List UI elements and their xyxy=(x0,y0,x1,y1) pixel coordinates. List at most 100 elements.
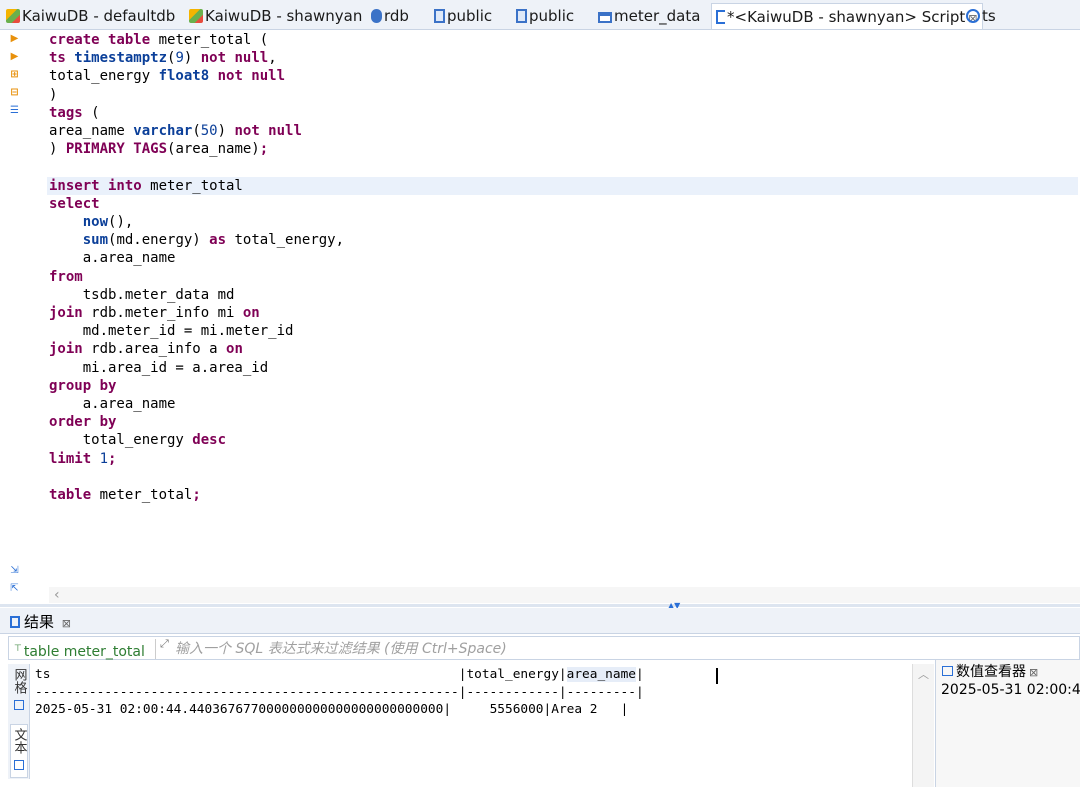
code-line[interactable]: total_energy float8 not null xyxy=(49,67,1080,85)
code-token: insert into xyxy=(49,177,142,194)
text-icon xyxy=(14,760,24,770)
code-token: desc xyxy=(192,432,227,449)
code-line[interactable]: ) xyxy=(49,86,1080,104)
expand-filter-icon[interactable]: ⤢ xyxy=(160,637,169,651)
code-token: ts xyxy=(49,50,66,67)
tab-public-1[interactable]: public xyxy=(434,3,492,29)
code-token: (), xyxy=(108,214,134,230)
value-viewer-label: 数值查看器 xyxy=(956,664,1026,680)
scroll-left-icon[interactable]: ‹ xyxy=(54,587,60,603)
tab-grid-view[interactable]: 网格 xyxy=(10,668,28,712)
load-script-icon[interactable]: ⇱ xyxy=(9,583,20,595)
code-token: total_energy, xyxy=(226,232,345,249)
code-line[interactable]: table meter_total; xyxy=(49,486,1080,504)
gear-icon xyxy=(966,9,980,23)
tab-ts[interactable]: ts xyxy=(966,3,996,29)
code-token: not null xyxy=(234,123,302,139)
code-token: ) xyxy=(49,86,58,103)
editor-toolbar-gutter: ▶ ▶ ⊞ ⊟ ☰ ⇲ ⇱ xyxy=(0,31,24,604)
tab-label: ts xyxy=(982,7,996,25)
code-line[interactable]: total_energy desc xyxy=(49,431,1080,449)
code-token: create table xyxy=(49,32,151,48)
code-line[interactable]: limit 1; xyxy=(49,450,1080,468)
code-line[interactable]: ) PRIMARY TAGS(area_name); xyxy=(49,140,1080,158)
format-icon[interactable]: ☰ xyxy=(9,105,20,117)
tab-rdb[interactable]: rdb xyxy=(371,3,409,29)
filter-input[interactable]: 输入一个 SQL 表达式来过滤结果 (使用 Ctrl+Space) xyxy=(175,639,507,659)
code-line[interactable]: tags ( xyxy=(49,104,1080,122)
export-icon[interactable]: ⇲ xyxy=(9,565,20,577)
scroll-up-icon[interactable]: ︿ xyxy=(918,666,929,682)
code-token: , xyxy=(268,50,277,67)
tab-label: *<KaiwuDB - shawnyan> Script xyxy=(727,8,966,26)
code-token: varchar xyxy=(133,123,193,139)
close-value-viewer-icon[interactable]: ⊠ xyxy=(1029,666,1038,679)
tab-label: rdb xyxy=(384,7,409,25)
code-token: (area_name) xyxy=(167,141,260,158)
column-header-total-energy: total_energy xyxy=(466,667,559,682)
code-token: (md.energy) xyxy=(108,232,210,249)
table-icon xyxy=(598,12,612,23)
sql-editor[interactable]: ▶ ▶ ⊞ ⊟ ☰ ⇲ ⇱ create table meter_total (… xyxy=(0,31,1080,610)
code-token: on xyxy=(226,341,243,358)
tab-meter-data[interactable]: meter_data xyxy=(598,3,700,29)
code-token: order by xyxy=(49,414,117,431)
divider xyxy=(155,639,156,659)
code-token: ) xyxy=(217,123,235,139)
code-line[interactable]: now(), xyxy=(49,213,1080,231)
code-token: tags xyxy=(49,104,83,121)
code-line[interactable]: a.area_name xyxy=(49,395,1080,413)
code-token: ) xyxy=(183,50,201,67)
code-line[interactable] xyxy=(49,468,1080,486)
code-line[interactable]: md.meter_id = mi.meter_id xyxy=(49,322,1080,340)
tab-results[interactable]: 结果 ⊠ xyxy=(10,611,71,633)
code-line[interactable] xyxy=(49,158,1080,176)
schema-icon xyxy=(516,9,527,23)
code-line[interactable]: tsdb.meter_data md xyxy=(49,286,1080,304)
code-line[interactable]: order by xyxy=(49,413,1080,431)
cell-area-name: Area 2 xyxy=(551,702,598,717)
code-token: a.area_name xyxy=(49,396,176,412)
close-results-icon[interactable]: ⊠ xyxy=(62,617,71,630)
code-line[interactable]: insert into meter_total xyxy=(47,176,1078,195)
execute-new-tab-icon[interactable]: ⊞ xyxy=(9,69,20,81)
result-vertical-scrollbar[interactable]: ︿ xyxy=(912,664,934,787)
editor-results-divider[interactable]: ▲▼ xyxy=(0,601,1080,610)
code-line[interactable]: sum(md.energy) as total_energy, xyxy=(49,231,1080,249)
value-viewer-content[interactable]: 2025-05-31 02:00:44 xyxy=(941,682,1080,698)
code-token: table xyxy=(49,487,92,503)
execute-script-icon[interactable]: ▶ xyxy=(9,51,20,63)
horizontal-scrollbar[interactable]: ‹ xyxy=(49,587,1080,603)
code-token: total_energy xyxy=(49,68,159,85)
code-area[interactable]: create table meter_total (ts timestamptz… xyxy=(47,31,1080,591)
code-token: join xyxy=(49,341,83,358)
code-token: 9 xyxy=(175,50,184,67)
result-separator: ----------------------------------------… xyxy=(35,684,644,700)
code-line[interactable]: from xyxy=(49,268,1080,286)
tab-text-view[interactable]: 文本 xyxy=(10,724,28,778)
explain-plan-icon[interactable]: ⊟ xyxy=(9,87,20,99)
code-token: area_name xyxy=(49,123,134,139)
code-line[interactable]: mi.area_id = a.area_id xyxy=(49,359,1080,377)
value-viewer-title[interactable]: 数值查看器 ⊠ xyxy=(942,663,1038,682)
tab-script[interactable]: *<KaiwuDB - shawnyan> Script ⊠ xyxy=(711,3,983,29)
code-line[interactable]: group by xyxy=(49,377,1080,395)
code-line[interactable]: join rdb.meter_info mi on xyxy=(49,304,1080,322)
text-cursor xyxy=(716,668,718,684)
code-line[interactable]: join rdb.area_info a on xyxy=(49,340,1080,358)
tab-kaiwudb-shawnyan[interactable]: KaiwuDB - shawnyan xyxy=(189,3,362,29)
text-result-view[interactable]: ts |total_energy|area_name| ------------… xyxy=(32,664,912,787)
tab-kaiwudb-defaultdb[interactable]: KaiwuDB - defaultdb xyxy=(6,3,175,29)
tab-public-2[interactable]: public xyxy=(516,3,574,29)
code-line[interactable]: a.area_name xyxy=(49,249,1080,267)
query-name-label: table meter_total xyxy=(23,644,145,660)
code-line[interactable]: ts timestamptz(9) not null, xyxy=(49,49,1080,67)
execute-statement-icon[interactable]: ▶ xyxy=(9,33,20,45)
query-name[interactable]: ⊤ table meter_total xyxy=(14,639,145,662)
code-line[interactable]: area_name varchar(50) not null xyxy=(49,122,1080,140)
code-line[interactable]: select xyxy=(49,195,1080,213)
code-line[interactable]: create table meter_total ( xyxy=(49,31,1080,49)
